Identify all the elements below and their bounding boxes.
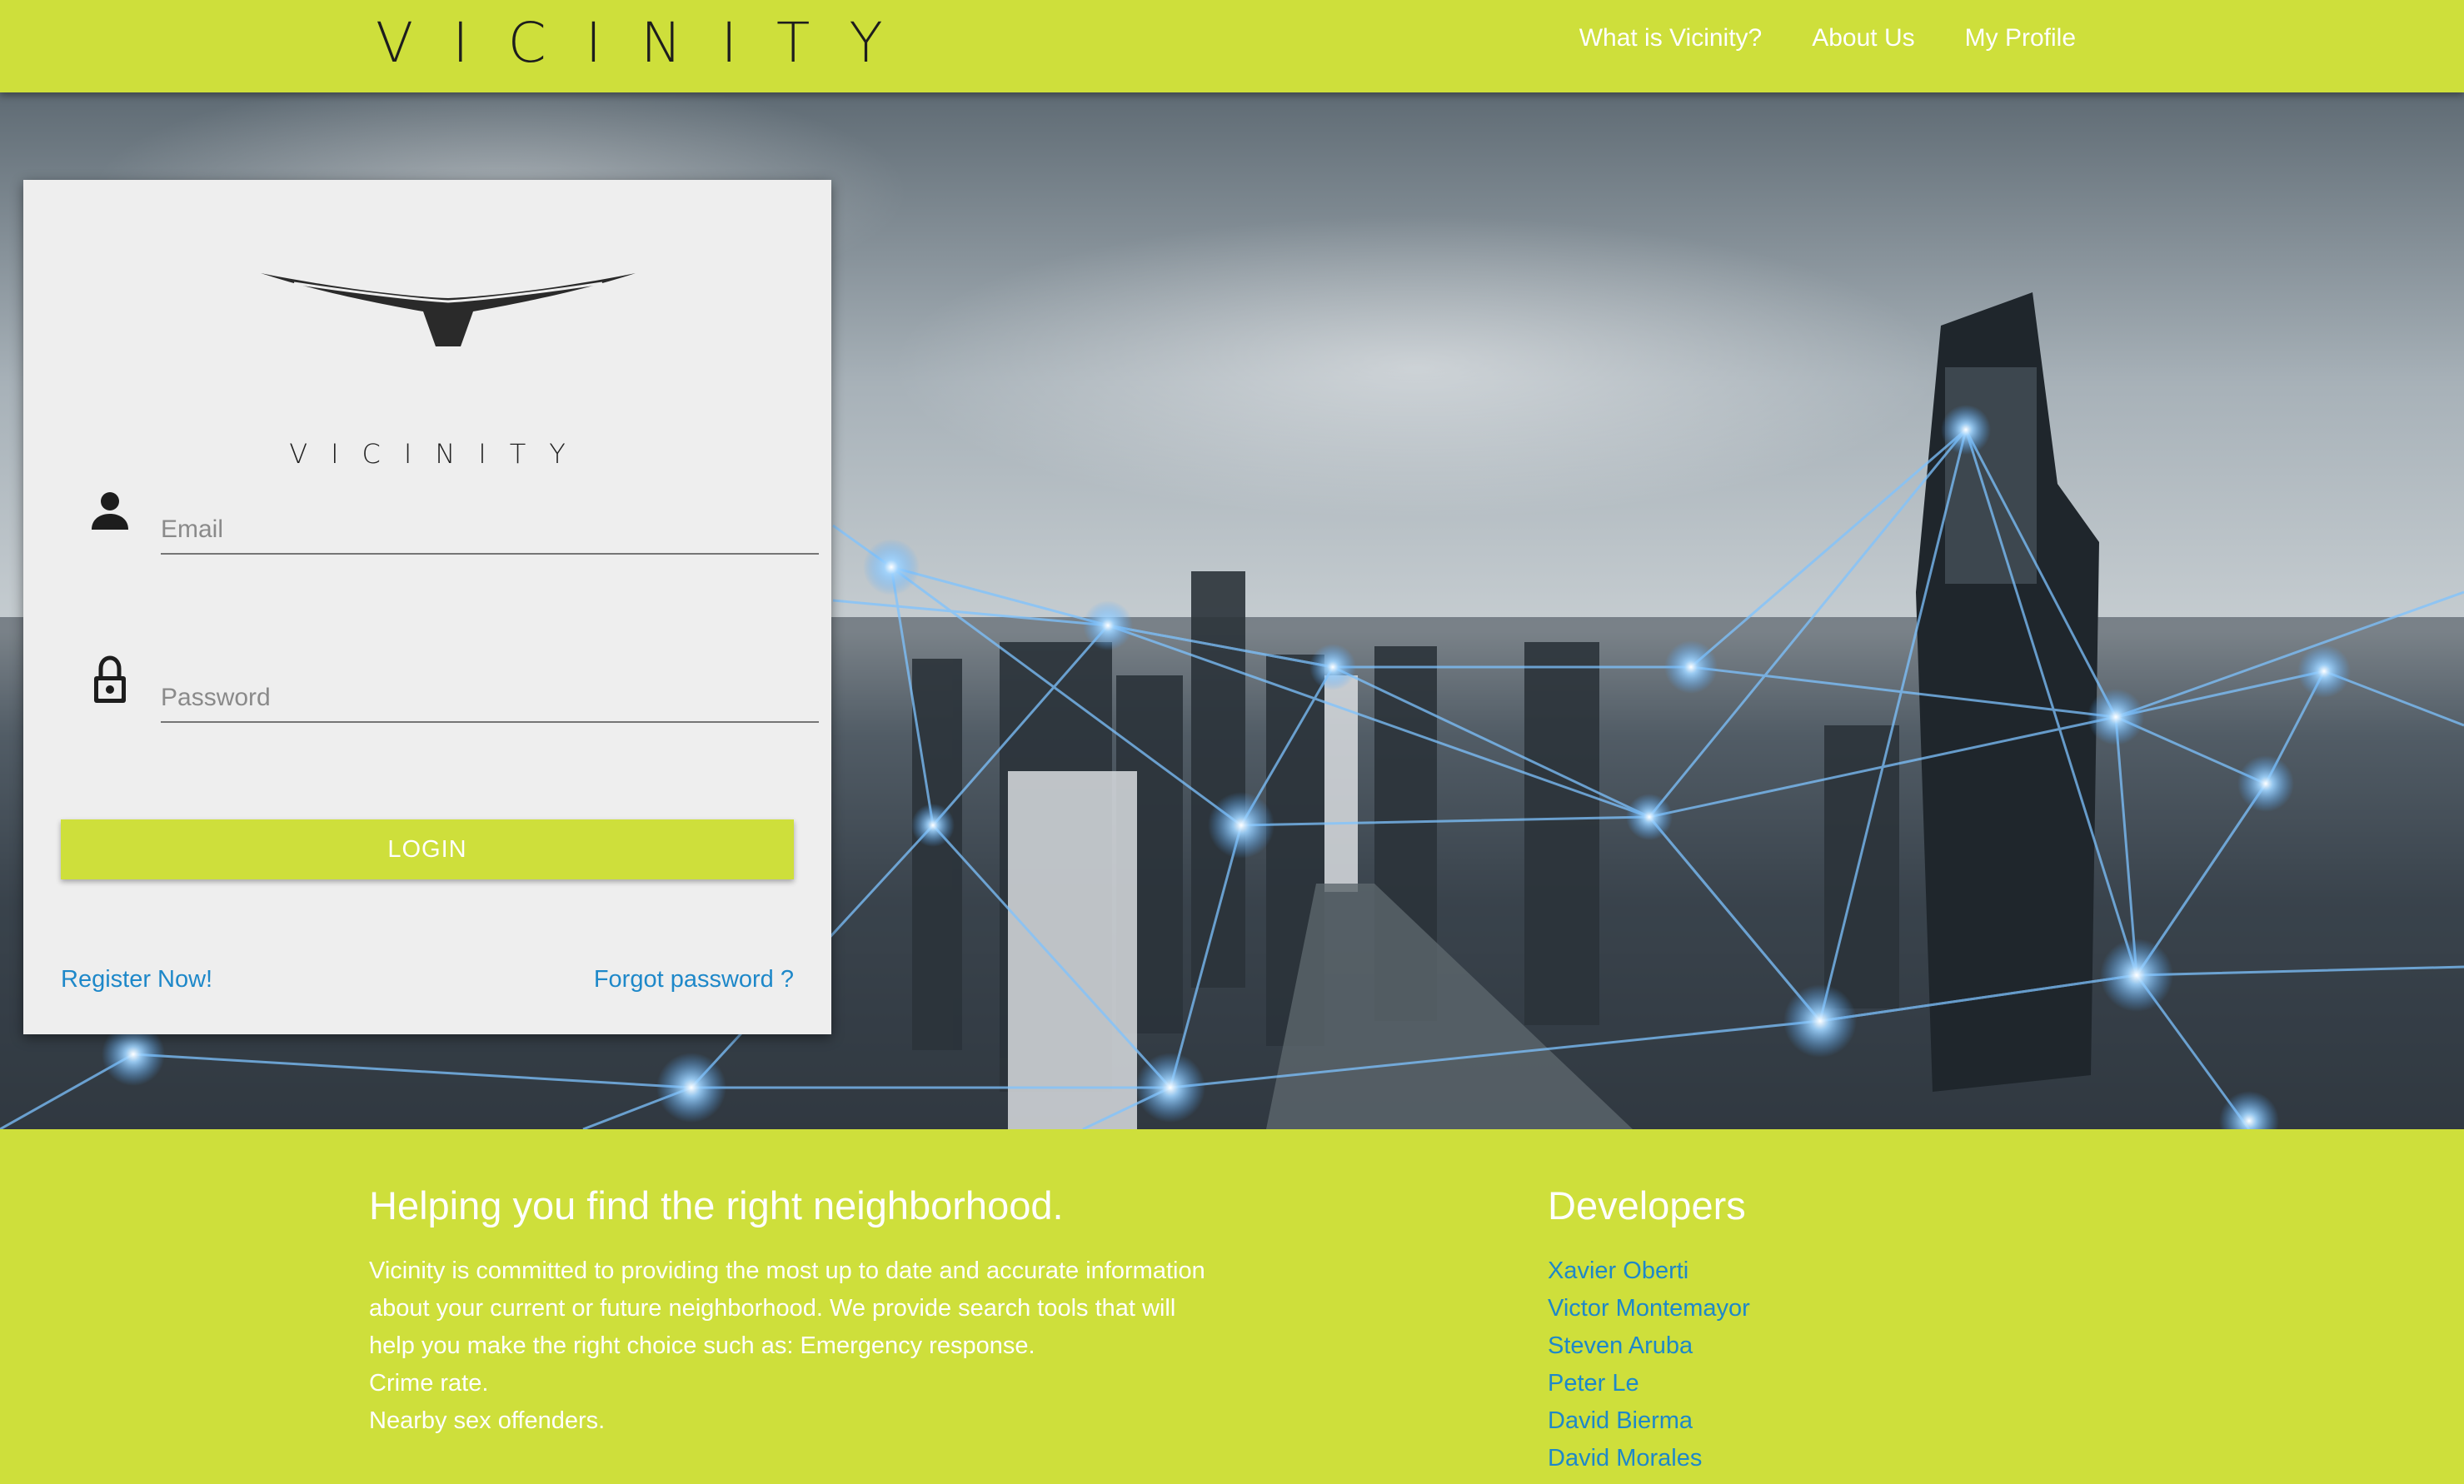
developer-link[interactable]: Steven Aruba — [1548, 1327, 1750, 1365]
card-logo-text: VICINITY — [289, 438, 589, 470]
forgot-password-link[interactable]: Forgot password ? — [594, 966, 794, 993]
register-link[interactable]: Register Now! — [61, 966, 212, 993]
developers-list: Xavier Oberti Victor Montemayor Steven A… — [1548, 1252, 1750, 1477]
footer: Helping you find the right neighborhood.… — [0, 1129, 2464, 1484]
top-navbar: VICINITY What is Vicinity? About Us My P… — [0, 0, 2464, 92]
developer-link[interactable]: David Morales — [1548, 1440, 1750, 1477]
email-field-group — [61, 486, 819, 570]
about-item-sex-offenders: Nearby sex offenders. — [369, 1407, 606, 1434]
list-item: Peter Le — [1548, 1365, 1750, 1402]
list-item: Xavier Oberti — [1548, 1252, 1750, 1290]
person-icon — [92, 492, 128, 530]
main-nav: What is Vicinity? About Us My Profile — [1529, 22, 2076, 55]
about-description: Vicinity is committed to providing the m… — [369, 1252, 1227, 1440]
brand-logo-link[interactable]: VICINITY — [376, 10, 922, 77]
about-paragraph: Vicinity is committed to providing the m… — [369, 1257, 1205, 1359]
list-item: David Morales — [1548, 1440, 1750, 1477]
developer-link[interactable]: Victor Montemayor — [1548, 1290, 1750, 1327]
login-card: VICINITY LOGIN Register Now! Forgot pass… — [23, 180, 831, 1034]
developer-link[interactable]: David Bierma — [1548, 1402, 1750, 1440]
developers-heading: Developers — [1548, 1183, 1746, 1228]
about-heading: Helping you find the right neighborhood. — [369, 1183, 1064, 1228]
login-button[interactable]: LOGIN — [61, 819, 794, 879]
list-item: Steven Aruba — [1548, 1327, 1750, 1365]
developer-link[interactable]: Xavier Oberti — [1548, 1252, 1750, 1290]
vicinity-wing-logo — [261, 273, 636, 346]
password-input[interactable] — [161, 675, 819, 723]
list-item: Victor Montemayor — [1548, 1290, 1750, 1327]
nav-link-about-us[interactable]: About Us — [1812, 22, 1914, 55]
about-item-crime-rate: Crime rate. — [369, 1370, 489, 1397]
nav-link-my-profile[interactable]: My Profile — [1965, 22, 2076, 55]
developer-link[interactable]: Peter Le — [1548, 1365, 1750, 1402]
email-input[interactable] — [161, 506, 819, 555]
password-field-group — [61, 655, 819, 738]
list-item: David Bierma — [1548, 1402, 1750, 1440]
lock-icon — [94, 655, 126, 703]
brand-logo-text: VICINITY — [376, 11, 922, 75]
nav-link-what-is-vicinity[interactable]: What is Vicinity? — [1579, 22, 1763, 55]
